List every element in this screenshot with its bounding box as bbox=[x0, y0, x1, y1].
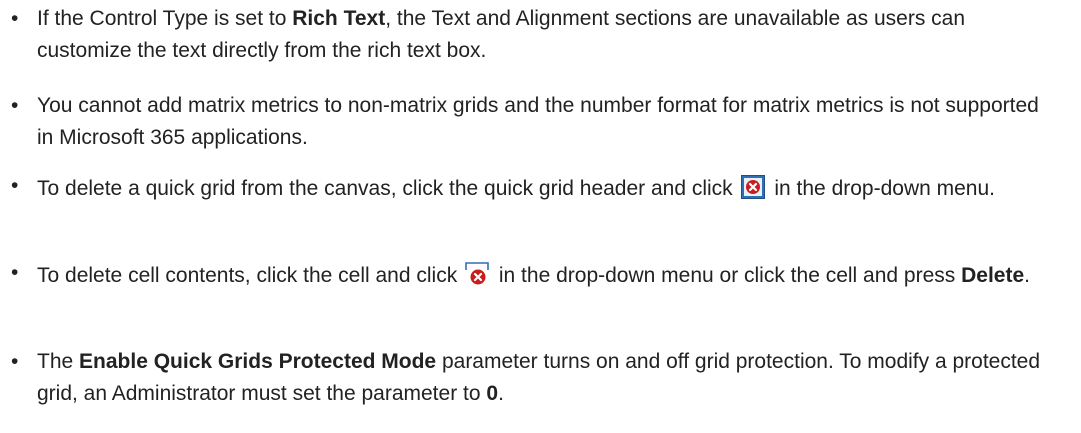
bullet-marker: • bbox=[11, 174, 19, 197]
list-item: • If the Control Type is set to Rich Tex… bbox=[11, 3, 1047, 67]
clear-cell-icon bbox=[465, 262, 489, 296]
bold-term: Rich Text bbox=[292, 7, 386, 30]
bullet-marker: • bbox=[11, 94, 19, 117]
text-segment: in the drop-down menu. bbox=[768, 177, 995, 200]
bold-term: Enable Quick Grids Protected Mode bbox=[79, 350, 437, 373]
list-item: • The Enable Quick Grids Protected Mode … bbox=[11, 346, 1047, 410]
list-item: • To delete cell contents, click the cel… bbox=[11, 260, 1047, 296]
bold-term: Delete bbox=[961, 264, 1025, 287]
list-item-text: The Enable Quick Grids Protected Mode pa… bbox=[37, 350, 1040, 405]
bullet-marker: • bbox=[11, 350, 19, 373]
list-item: • You cannot add matrix metrics to non-m… bbox=[11, 90, 1047, 154]
bullet-marker: • bbox=[11, 261, 19, 284]
delete-grid-icon bbox=[740, 175, 765, 209]
bold-term: 0 bbox=[486, 382, 499, 405]
list-item: • To delete a quick grid from the canvas… bbox=[11, 173, 1047, 209]
text-segment: To delete a quick grid from the canvas, … bbox=[37, 177, 739, 200]
text-segment: The bbox=[37, 350, 80, 373]
list-item-text: If the Control Type is set to Rich Text,… bbox=[37, 7, 965, 62]
bullet-marker: • bbox=[11, 7, 19, 30]
text-segment: . bbox=[1024, 264, 1030, 287]
list-item-text: To delete a quick grid from the canvas, … bbox=[37, 175, 995, 200]
text-segment: in the drop-down menu or click the cell … bbox=[493, 264, 962, 287]
text-segment: . bbox=[498, 382, 504, 405]
list-item-text: To delete cell contents, click the cell … bbox=[37, 262, 1030, 287]
text-segment: You cannot add matrix metrics to non-mat… bbox=[37, 94, 1039, 149]
list-item-text: You cannot add matrix metrics to non-mat… bbox=[37, 94, 1039, 149]
text-segment: If the Control Type is set to bbox=[37, 7, 293, 30]
text-segment: To delete cell contents, click the cell … bbox=[37, 264, 464, 287]
